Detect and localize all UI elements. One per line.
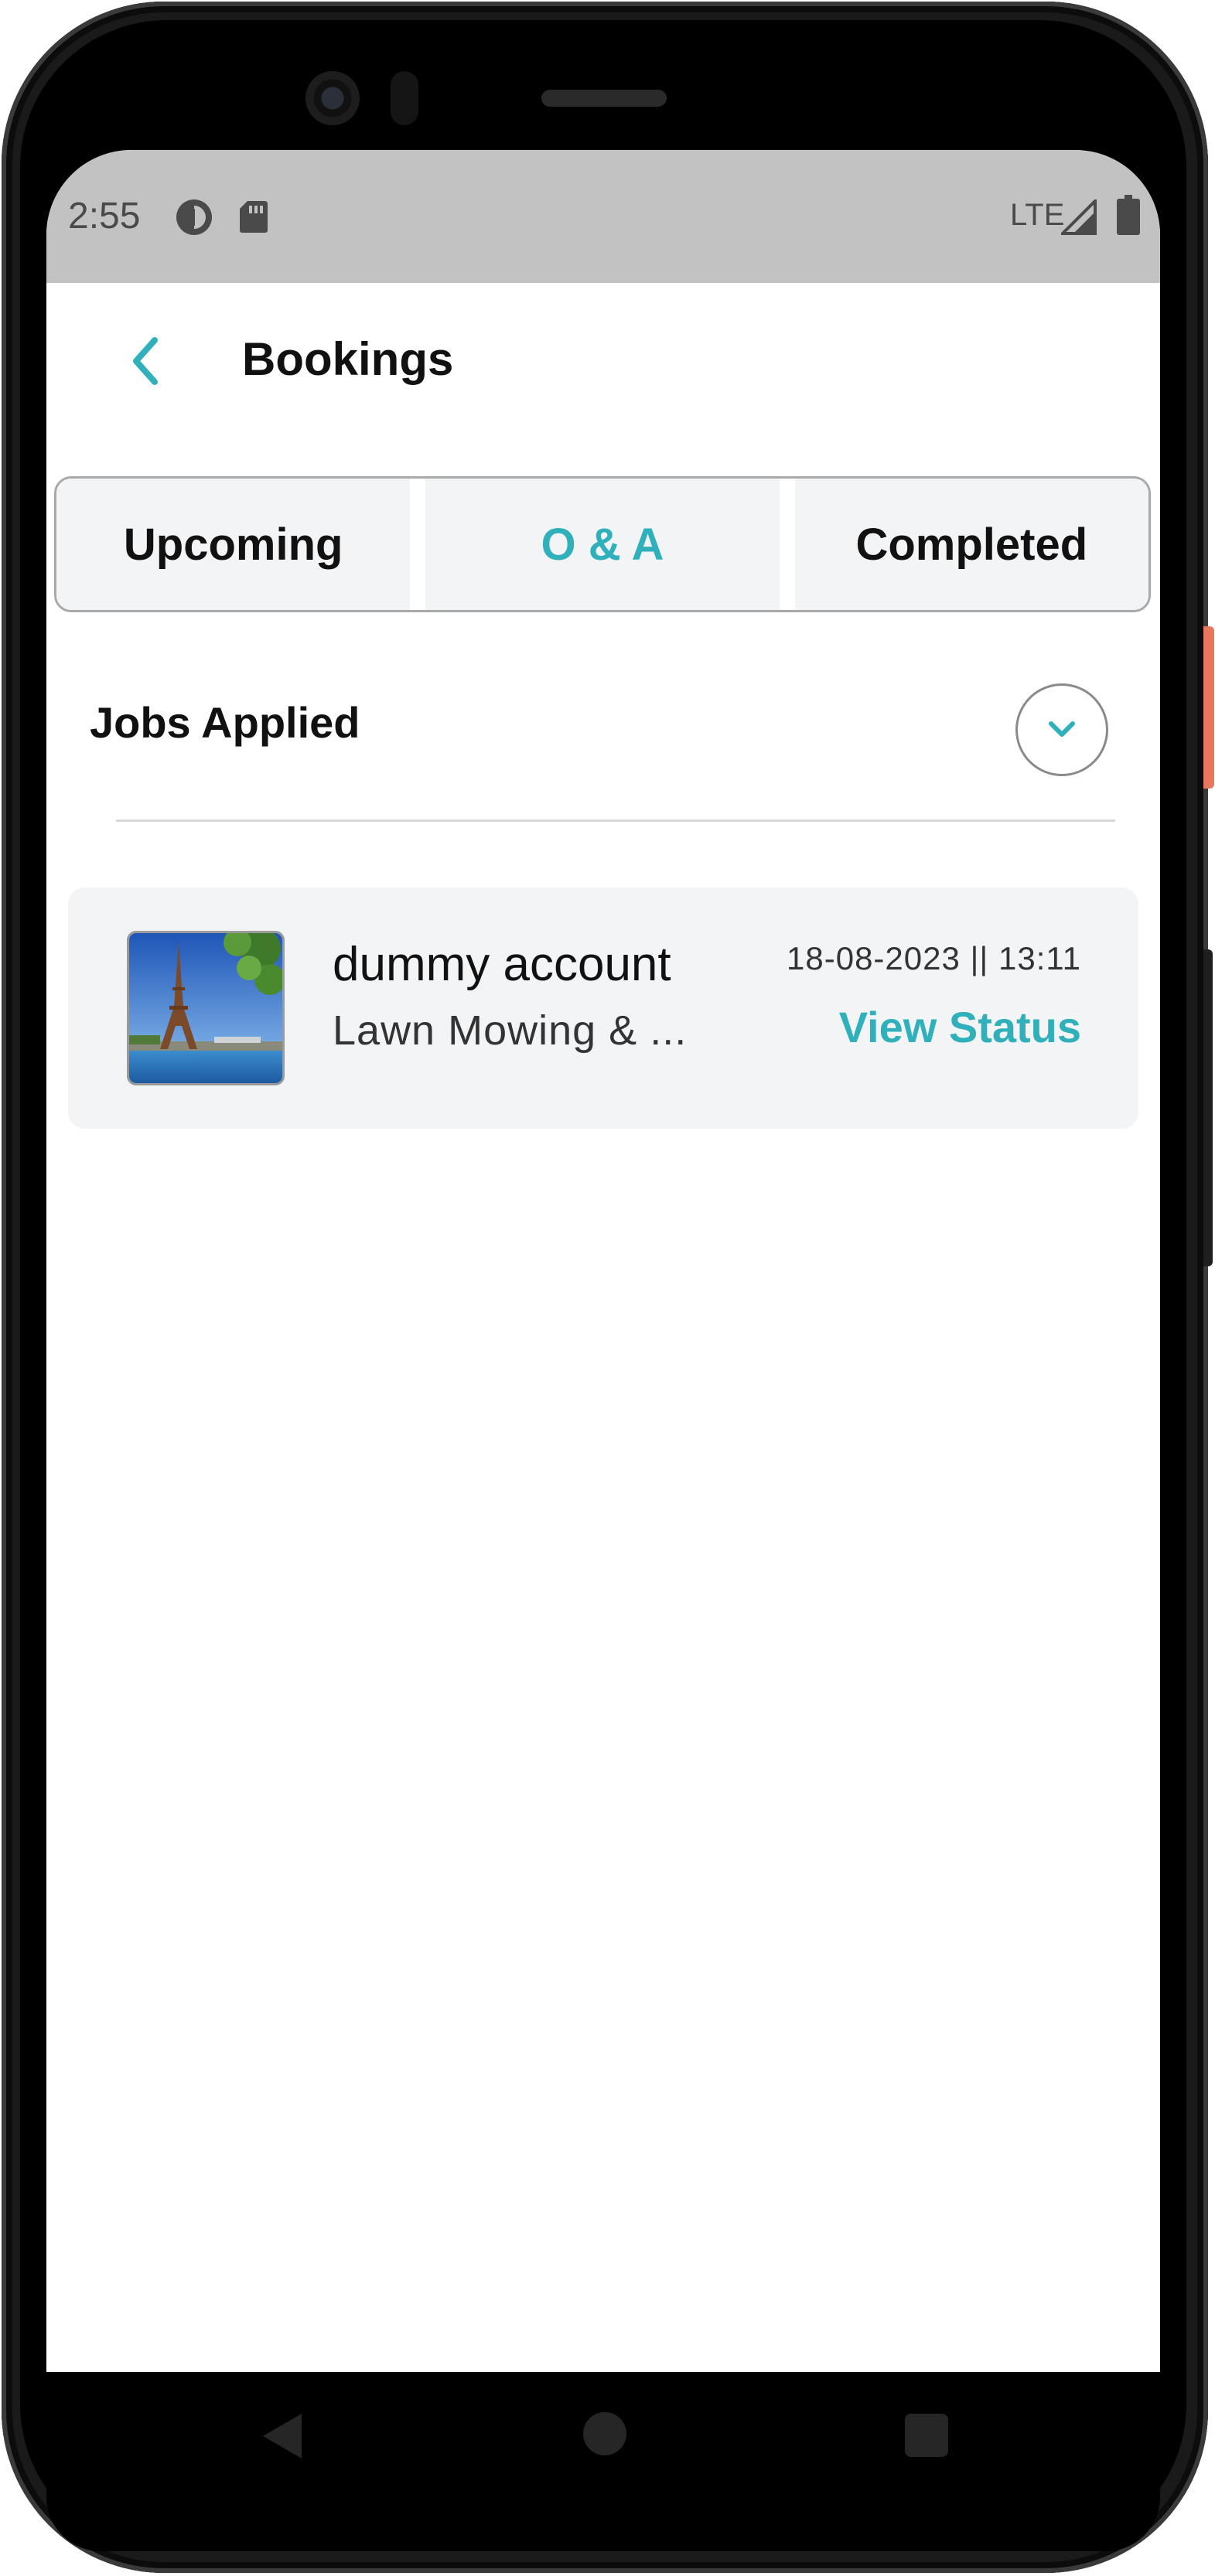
earpiece-speaker (541, 90, 667, 107)
service-name: Lawn Mowing & ... (333, 1007, 688, 1054)
app-screen: 2:55 LTE Bookings Upcoming O & A Complet… (46, 150, 1160, 2372)
tab-upcoming[interactable]: Upcoming (56, 479, 411, 610)
eiffel-tower-photo (129, 933, 282, 1083)
tab-completed[interactable]: Completed (794, 479, 1148, 610)
data-saver-icon (176, 199, 212, 235)
provider-thumbnail (127, 931, 285, 1085)
booking-card[interactable]: dummy account Lawn Mowing & ... 18-08-20… (68, 888, 1138, 1129)
tab-o-and-a[interactable]: O & A (425, 479, 780, 610)
page-title: Bookings (242, 333, 454, 385)
back-button[interactable] (113, 326, 183, 396)
provider-name: dummy account (333, 938, 671, 991)
device-page: 2:55 LTE Bookings Upcoming O & A Complet… (0, 0, 1215, 2576)
power-button[interactable] (1203, 626, 1214, 789)
booking-datetime: 18-08-2023 || 13:11 (787, 940, 1081, 976)
proximity-sensor (391, 71, 418, 125)
section-divider (116, 819, 1115, 822)
chevron-down-icon (1049, 721, 1075, 737)
sd-card-icon (240, 201, 268, 233)
status-bar: 2:55 LTE (46, 150, 1160, 283)
section-title: Jobs Applied (90, 698, 360, 747)
signal-icon (1061, 199, 1097, 235)
system-nav-bar (46, 2372, 1160, 2497)
network-type: LTE (1010, 198, 1065, 232)
booking-tabs: Upcoming O & A Completed (54, 476, 1151, 612)
battery-icon (1117, 195, 1140, 235)
back-triangle-icon[interactable] (257, 2409, 311, 2463)
recents-square-icon[interactable] (905, 2414, 948, 2457)
view-status-link[interactable]: View Status (839, 1002, 1081, 1052)
home-circle-icon[interactable] (583, 2412, 626, 2455)
chevron-left-icon (133, 337, 158, 385)
status-time: 2:55 (68, 196, 141, 237)
volume-button[interactable] (1203, 949, 1213, 1266)
expand-toggle-button[interactable] (1015, 683, 1108, 776)
phone-chin (46, 2497, 1160, 2551)
front-camera (305, 71, 360, 125)
